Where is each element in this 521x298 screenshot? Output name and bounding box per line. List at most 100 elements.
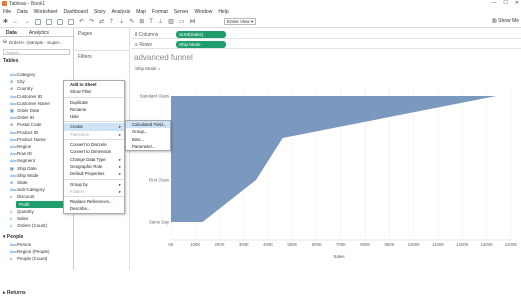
- field-item[interactable]: AbcProduct Name: [10, 136, 46, 143]
- submenu-item[interactable]: Calculated Field...: [126, 121, 170, 129]
- save-icon[interactable]: [35, 18, 42, 25]
- field-item[interactable]: ⊕ City: [10, 78, 25, 85]
- menu-format[interactable]: Format: [152, 9, 168, 15]
- funnel-area[interactable]: [171, 96, 497, 222]
- show-me-button[interactable]: ▥ Show Me: [492, 18, 519, 24]
- share-icon[interactable]: ⋈: [190, 18, 196, 25]
- rows-shelf[interactable]: ≡ Rows Ship Mode: [131, 40, 521, 49]
- dim-field-icon: Abc: [10, 172, 17, 178]
- people-heading[interactable]: ▾ People: [3, 234, 23, 240]
- tab-analytics[interactable]: Analytics: [23, 28, 55, 36]
- field-item[interactable]: AbcOrder ID: [10, 114, 34, 121]
- field-item[interactable]: AbcCustomer Name: [10, 100, 50, 107]
- field-item[interactable]: AbcSegment: [10, 157, 35, 164]
- field-item[interactable]: # Sales: [10, 215, 28, 222]
- field-item[interactable]: ▦ Ship Date: [10, 165, 37, 172]
- menu-item[interactable]: Convert to Discrete: [64, 141, 124, 148]
- forward-icon[interactable]: →: [24, 19, 30, 25]
- swap-icon[interactable]: ⇄: [99, 18, 104, 25]
- field-item[interactable]: AbcCategory: [10, 71, 35, 78]
- people-field-item[interactable]: AbcPerson: [10, 241, 31, 248]
- field-item[interactable]: # Discount: [10, 193, 35, 200]
- menu-item[interactable]: Describe...: [64, 205, 124, 212]
- field-item[interactable]: # Orders (Count): [10, 222, 47, 229]
- field-label: Country: [17, 86, 33, 92]
- search-input[interactable]: Search: [3, 49, 70, 55]
- highlight-icon[interactable]: ✎: [129, 18, 134, 25]
- menu-help[interactable]: Help: [218, 9, 228, 15]
- menu-item[interactable]: Add to Sheet: [64, 81, 124, 88]
- menu-file[interactable]: File: [3, 9, 11, 15]
- funnel-chart[interactable]: Standard ClassSecond ClassFirst ClassSam…: [131, 70, 521, 270]
- menu-dashboard[interactable]: Dashboard: [63, 9, 87, 15]
- people-field-item[interactable]: # People (Count): [10, 255, 47, 262]
- maximize-button[interactable]: ☐: [503, 0, 507, 6]
- field-item[interactable]: AbcRow ID: [10, 150, 32, 157]
- field-item[interactable]: AbcRegion: [10, 143, 31, 150]
- menu-analysis[interactable]: Analysis: [112, 9, 131, 15]
- tableau-home-icon[interactable]: ✱: [3, 18, 8, 25]
- sort-desc-icon[interactable]: ⇣: [119, 18, 124, 25]
- field-item[interactable]: AbcShip Mode: [10, 172, 39, 179]
- undo-icon[interactable]: ↶: [79, 18, 84, 25]
- view-select[interactable]: Entire View ▾: [224, 18, 256, 25]
- people-field-item[interactable]: AbcRegion (People): [10, 248, 50, 255]
- menu-item-label: Add to Sheet: [70, 82, 97, 87]
- field-profit-selected[interactable]: Profit: [16, 200, 66, 208]
- field-item[interactable]: # Quantity: [10, 208, 34, 215]
- tab-data[interactable]: Data: [0, 28, 23, 36]
- submenu-item[interactable]: Parameter...: [126, 143, 170, 150]
- new-datasource-icon[interactable]: [46, 18, 53, 25]
- back-icon[interactable]: ←: [13, 19, 19, 25]
- menu-item[interactable]: Default Properties ▸: [64, 170, 124, 177]
- field-item[interactable]: AbcCustomer ID: [10, 93, 42, 100]
- field-item[interactable]: AbcSub-Category: [10, 186, 45, 193]
- title-bar: Tableau - Book1 — ☐ ✕: [0, 0, 521, 8]
- label-icon[interactable]: T: [149, 19, 153, 25]
- menu-worksheet[interactable]: Worksheet: [34, 9, 58, 15]
- field-item[interactable]: ▦ Order Date: [10, 107, 39, 114]
- menu-item[interactable]: Duplicate: [64, 99, 124, 106]
- field-item[interactable]: AbcProduct ID: [10, 129, 38, 136]
- field-label: People (Count): [17, 256, 48, 262]
- menu-item[interactable]: Change Data Type ▸: [64, 156, 124, 163]
- returns-heading[interactable]: ▸ Returns: [0, 290, 74, 298]
- menu-item[interactable]: Create ▸: [64, 123, 124, 131]
- x-tick-label: 800K: [360, 242, 370, 247]
- submenu-item[interactable]: Bins...: [126, 136, 170, 143]
- menu-item[interactable]: Replace References...: [64, 198, 124, 205]
- new-sheet-icon[interactable]: [57, 18, 64, 25]
- close-button[interactable]: ✕: [515, 0, 519, 6]
- rows-pill[interactable]: Ship Mode: [176, 41, 226, 48]
- redo-icon[interactable]: ↷: [89, 18, 94, 25]
- filters-label: Filters: [78, 54, 92, 60]
- datasource-item[interactable]: ⛁ Orders+ (Sample - Super...: [0, 37, 73, 47]
- menu-data[interactable]: Data: [17, 9, 28, 15]
- field-item[interactable]: ⊕ Country: [10, 85, 33, 92]
- present-icon[interactable]: ▭: [179, 18, 185, 25]
- field-type-icon: Abc: [10, 249, 17, 255]
- sort-asc-icon[interactable]: ⇡: [109, 18, 114, 25]
- menu-item[interactable]: Geographic Role ▸: [64, 163, 124, 170]
- fix-axes-icon[interactable]: ⊥: [158, 18, 163, 25]
- menu-window[interactable]: Window: [195, 9, 213, 15]
- menu-item[interactable]: Show Filter: [64, 88, 124, 95]
- x-tick-label: 600K: [312, 242, 322, 247]
- minimize-button[interactable]: —: [491, 0, 496, 6]
- field-item[interactable]: ⊕ State: [10, 179, 28, 186]
- menu-map[interactable]: Map: [136, 9, 146, 15]
- menu-item[interactable]: Rename: [64, 106, 124, 113]
- menu-item[interactable]: Convert to Dimension: [64, 148, 124, 155]
- submenu-item[interactable]: Group...: [126, 128, 170, 135]
- menu-item[interactable]: Group by ▸: [64, 181, 124, 188]
- menu-item[interactable]: Hide: [64, 113, 124, 120]
- chart-icon[interactable]: ▥: [168, 18, 174, 25]
- menu-server[interactable]: Server: [174, 9, 189, 15]
- duplicate-sheet-icon[interactable]: [68, 18, 75, 25]
- menu-story[interactable]: Story: [94, 9, 106, 15]
- field-item[interactable]: ⊕ Postal Code: [10, 121, 42, 128]
- columns-shelf[interactable]: ⫴ Columns SUM(Sales): [131, 30, 521, 39]
- group-icon[interactable]: ⊞: [139, 18, 144, 25]
- pages-shelf[interactable]: Pages: [75, 28, 129, 40]
- columns-pill[interactable]: SUM(Sales): [176, 31, 226, 38]
